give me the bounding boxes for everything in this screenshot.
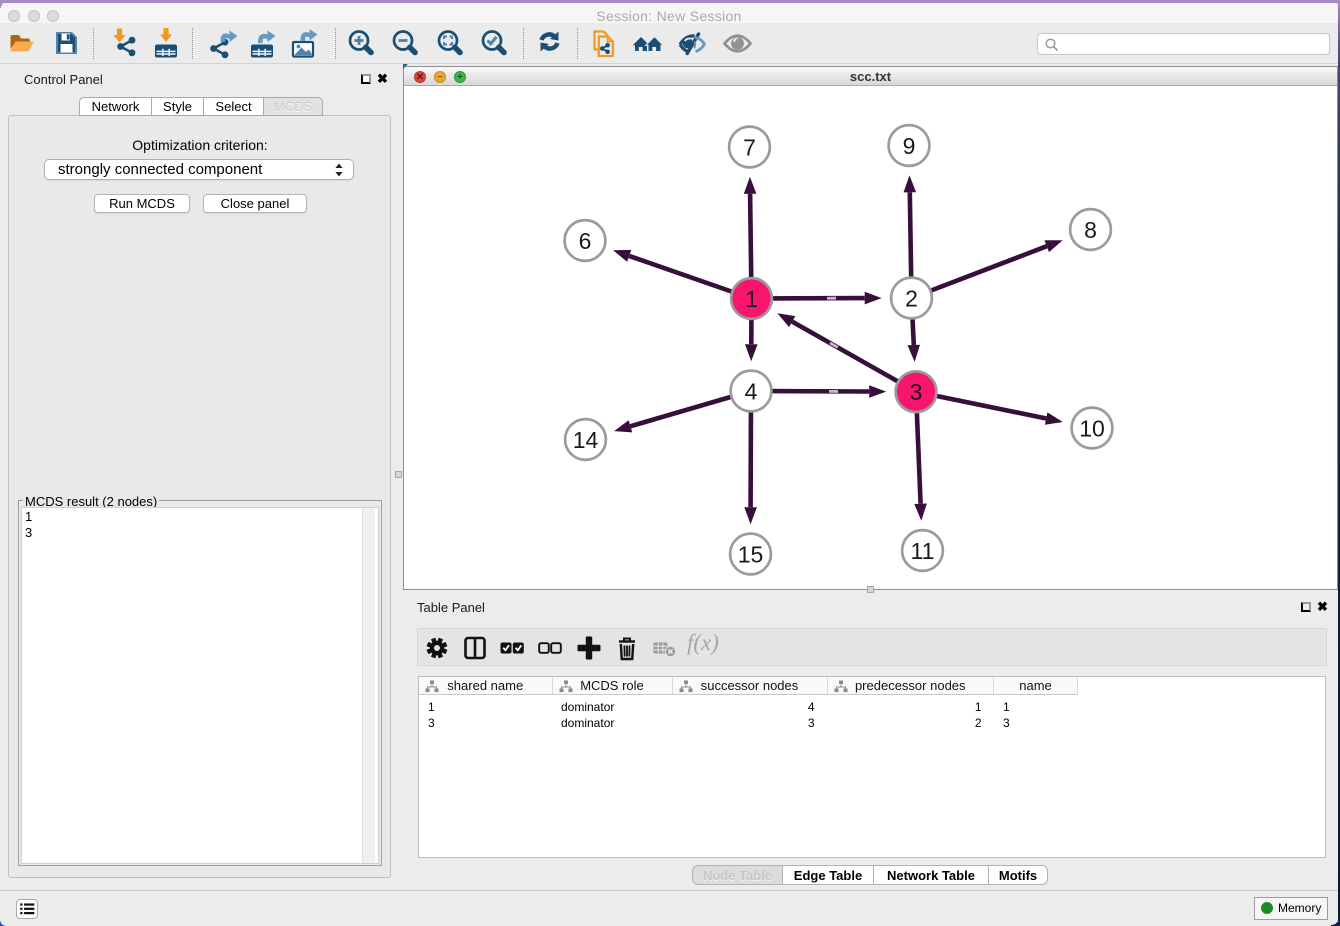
svg-text:10: 10 (1079, 416, 1105, 442)
svg-text:3: 3 (910, 379, 923, 405)
svg-text:4: 4 (745, 379, 758, 405)
svg-text:1: 1 (745, 286, 758, 312)
svg-text:7: 7 (743, 135, 756, 161)
svg-text:8: 8 (1084, 217, 1097, 243)
svg-text:2: 2 (905, 286, 918, 312)
svg-text:15: 15 (738, 542, 764, 568)
svg-text:11: 11 (911, 538, 935, 564)
svg-text:9: 9 (903, 133, 916, 159)
svg-text:14: 14 (573, 427, 599, 453)
svg-text:6: 6 (579, 228, 592, 254)
